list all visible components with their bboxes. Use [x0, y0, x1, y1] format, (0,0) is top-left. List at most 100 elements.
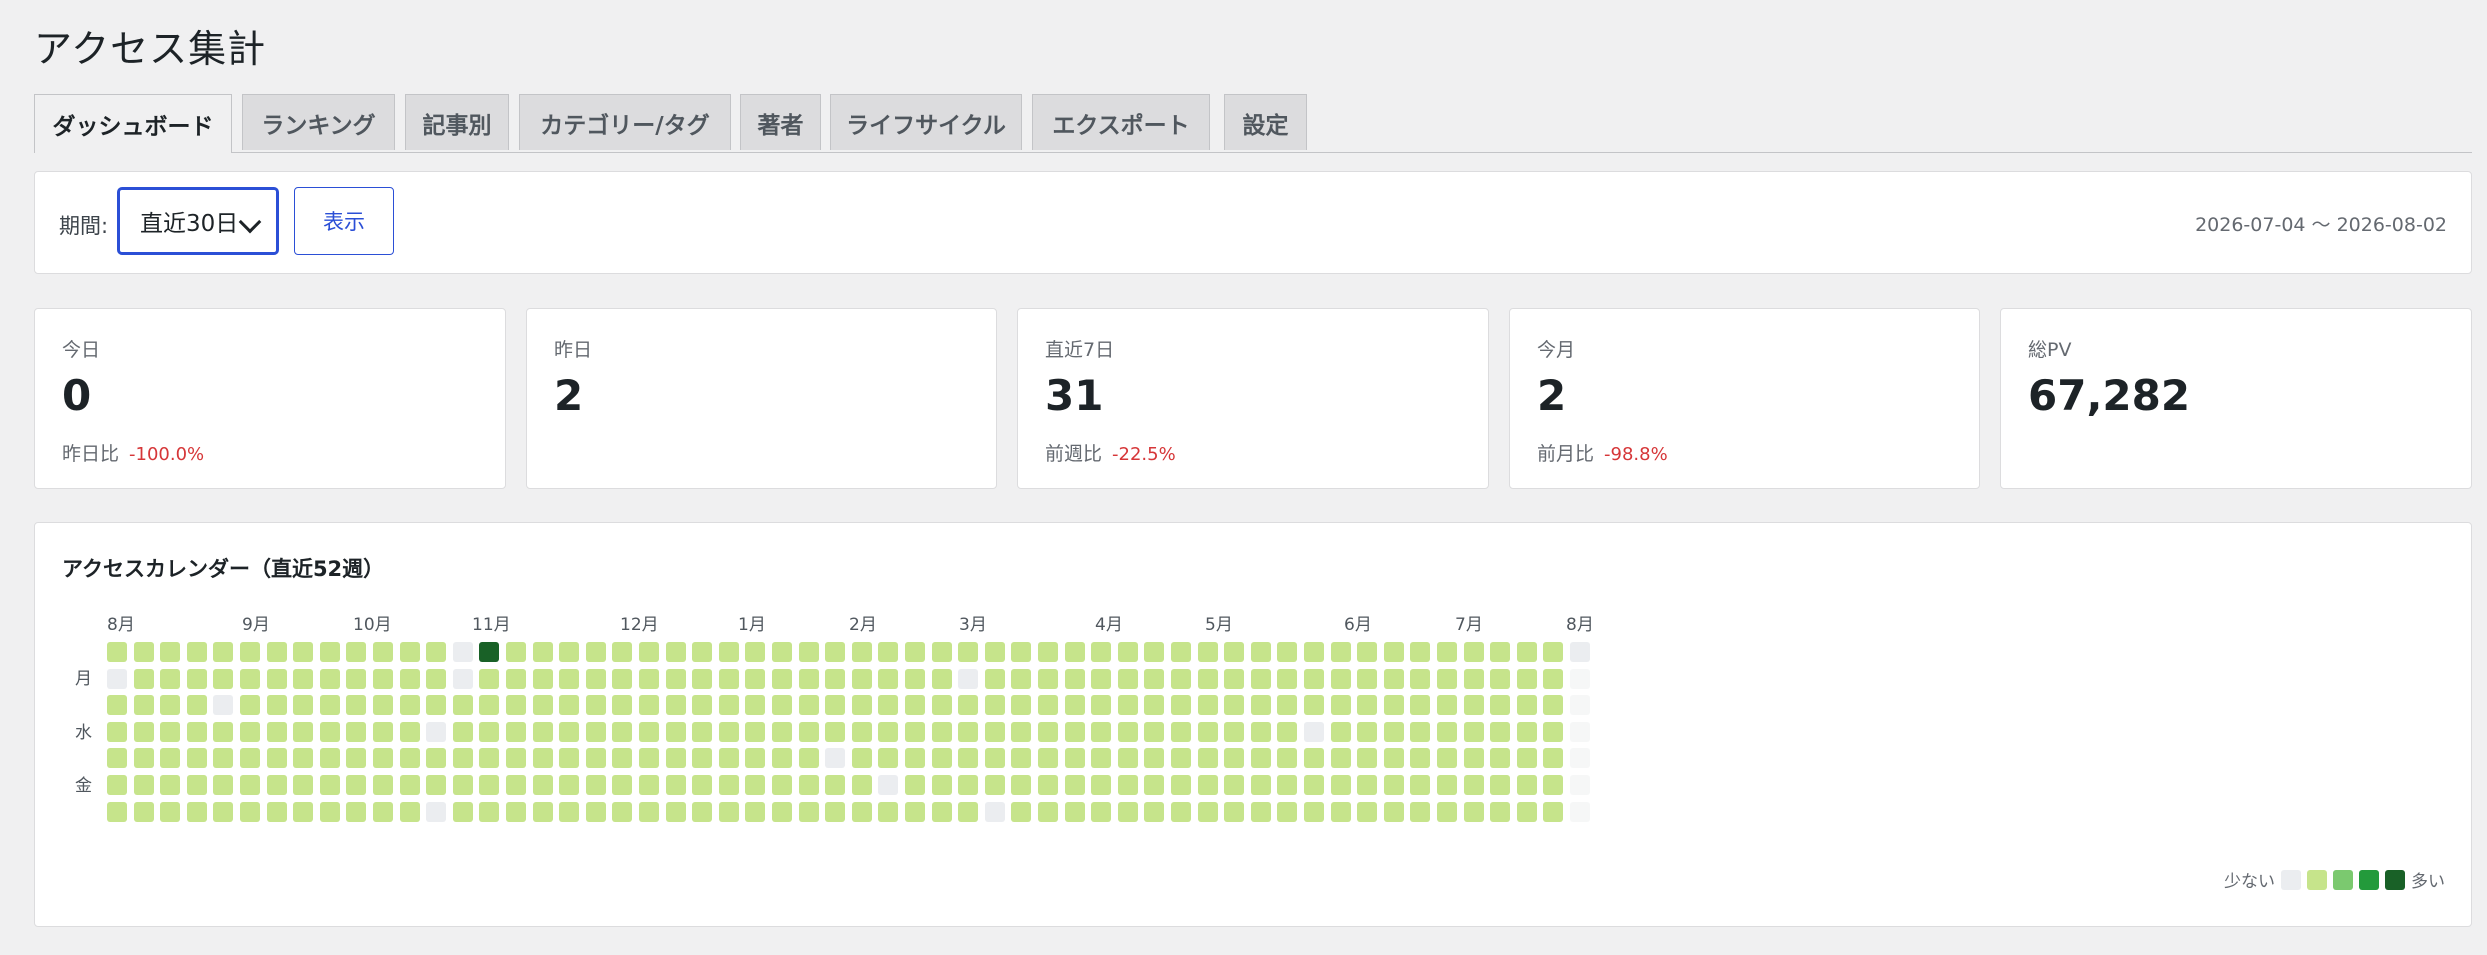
heatmap-cell[interactable] — [240, 801, 260, 822]
heatmap-cell[interactable] — [479, 801, 500, 822]
heatmap-cell[interactable] — [1463, 721, 1484, 742]
heatmap-cell[interactable] — [1117, 801, 1138, 822]
heatmap-cell[interactable] — [745, 642, 766, 662]
heatmap-cell[interactable] — [1197, 695, 1218, 716]
heatmap-cell[interactable] — [133, 748, 154, 769]
heatmap-cell[interactable] — [479, 721, 500, 742]
heatmap-cell[interactable] — [133, 801, 154, 822]
heatmap-cell[interactable] — [1197, 668, 1218, 689]
heatmap-cell[interactable] — [931, 668, 952, 689]
heatmap-cell[interactable] — [1224, 695, 1245, 716]
heatmap-cell[interactable] — [452, 721, 473, 742]
heatmap-cell[interactable] — [240, 695, 260, 716]
heatmap-cell[interactable] — [1437, 748, 1457, 769]
heatmap-cell[interactable] — [718, 668, 739, 689]
heatmap-cell[interactable] — [186, 695, 207, 716]
heatmap-cell[interactable] — [452, 775, 473, 795]
heatmap-cell[interactable] — [346, 748, 367, 769]
heatmap-cell[interactable] — [532, 668, 553, 689]
heatmap-cell[interactable] — [984, 775, 1005, 795]
show-button[interactable]: 表示 — [294, 187, 394, 255]
heatmap-cell[interactable] — [931, 695, 952, 716]
heatmap-cell[interactable] — [1171, 695, 1191, 716]
heatmap-cell[interactable] — [931, 801, 952, 822]
heatmap-cell[interactable] — [612, 695, 633, 716]
heatmap-cell[interactable] — [692, 721, 713, 742]
heatmap-cell[interactable] — [665, 748, 686, 769]
heatmap-cell[interactable] — [1171, 775, 1191, 795]
heatmap-cell[interactable] — [1463, 748, 1484, 769]
heatmap-cell[interactable] — [266, 695, 287, 716]
heatmap-cell[interactable] — [984, 748, 1005, 769]
heatmap-cell[interactable] — [958, 695, 979, 716]
heatmap-cell[interactable] — [1224, 668, 1245, 689]
heatmap-cell[interactable] — [1516, 775, 1537, 795]
heatmap-cell[interactable] — [1516, 668, 1537, 689]
heatmap-cell[interactable] — [160, 775, 181, 795]
heatmap-cell[interactable] — [1144, 775, 1165, 795]
heatmap-cell[interactable] — [1144, 801, 1165, 822]
heatmap-cell[interactable] — [665, 775, 686, 795]
heatmap-cell[interactable] — [399, 642, 420, 662]
heatmap-cell[interactable] — [266, 748, 287, 769]
tab-category-tag[interactable]: カテゴリー/タグ — [519, 94, 731, 150]
heatmap-cell[interactable] — [186, 775, 207, 795]
heatmap-cell[interactable] — [107, 695, 127, 716]
heatmap-cell[interactable] — [1064, 642, 1085, 662]
heatmap-cell[interactable] — [851, 801, 872, 822]
heatmap-cell[interactable] — [1543, 748, 1564, 769]
heatmap-cell[interactable] — [1171, 668, 1191, 689]
heatmap-cell[interactable] — [1064, 721, 1085, 742]
heatmap-cell[interactable] — [798, 668, 819, 689]
heatmap-cell[interactable] — [293, 695, 314, 716]
heatmap-cell[interactable] — [346, 695, 367, 716]
heatmap-cell[interactable] — [1277, 775, 1298, 795]
heatmap-cell[interactable] — [1091, 748, 1112, 769]
heatmap-cell[interactable] — [266, 801, 287, 822]
heatmap-cell[interactable] — [878, 721, 899, 742]
heatmap-cell[interactable] — [1171, 642, 1191, 662]
heatmap-cell[interactable] — [1437, 721, 1457, 742]
heatmap-cell[interactable] — [107, 748, 127, 769]
heatmap-cell[interactable] — [532, 801, 553, 822]
heatmap-cell[interactable] — [612, 721, 633, 742]
heatmap-cell[interactable] — [1171, 801, 1191, 822]
heatmap-cell[interactable] — [1144, 668, 1165, 689]
heatmap-cell[interactable] — [1490, 775, 1511, 795]
heatmap-cell[interactable] — [1117, 642, 1138, 662]
heatmap-cell[interactable] — [319, 748, 340, 769]
heatmap-cell[interactable] — [798, 775, 819, 795]
heatmap-cell[interactable] — [319, 775, 340, 795]
heatmap-cell[interactable] — [1224, 721, 1245, 742]
heatmap-cell[interactable] — [1410, 748, 1431, 769]
heatmap-cell[interactable] — [1490, 668, 1511, 689]
heatmap-cell[interactable] — [984, 801, 1005, 822]
heatmap-cell[interactable] — [745, 801, 766, 822]
heatmap-cell[interactable] — [1570, 801, 1590, 822]
heatmap-cell[interactable] — [745, 721, 766, 742]
period-select[interactable]: 直近30日 — [117, 187, 279, 255]
tab-export[interactable]: エクスポート — [1032, 94, 1210, 150]
tab-by-article[interactable]: 記事別 — [405, 94, 509, 150]
heatmap-cell[interactable] — [1490, 721, 1511, 742]
heatmap-cell[interactable] — [772, 642, 792, 662]
heatmap-cell[interactable] — [293, 748, 314, 769]
heatmap-cell[interactable] — [1224, 748, 1245, 769]
heatmap-cell[interactable] — [851, 748, 872, 769]
heatmap-cell[interactable] — [1117, 775, 1138, 795]
heatmap-cell[interactable] — [1570, 748, 1590, 769]
heatmap-cell[interactable] — [240, 748, 260, 769]
heatmap-cell[interactable] — [559, 695, 580, 716]
heatmap-cell[interactable] — [1516, 801, 1537, 822]
heatmap-cell[interactable] — [1357, 695, 1378, 716]
heatmap-cell[interactable] — [213, 695, 234, 716]
heatmap-cell[interactable] — [745, 775, 766, 795]
heatmap-cell[interactable] — [1410, 775, 1431, 795]
heatmap-cell[interactable] — [1463, 695, 1484, 716]
heatmap-cell[interactable] — [958, 668, 979, 689]
heatmap-cell[interactable] — [266, 775, 287, 795]
heatmap-cell[interactable] — [639, 695, 659, 716]
heatmap-cell[interactable] — [532, 695, 553, 716]
heatmap-cell[interactable] — [133, 721, 154, 742]
heatmap-cell[interactable] — [1516, 695, 1537, 716]
